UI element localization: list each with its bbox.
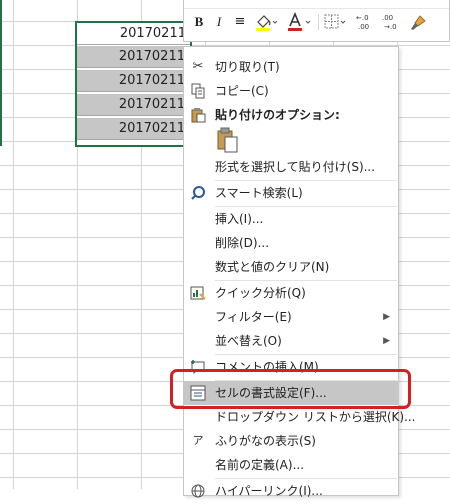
menu-label: 形式を選択して貼り付け(S)... — [215, 160, 376, 174]
menu-item-clear-contents[interactable]: 数式と値のクリア(N) — [184, 255, 398, 279]
copy-icon — [190, 83, 206, 99]
column-selection-edge — [0, 0, 2, 146]
menu-item-define-name[interactable]: 名前の定義(A)... — [184, 453, 398, 477]
fill-color-button[interactable] — [254, 12, 278, 32]
format-painter-button[interactable] — [408, 12, 430, 32]
cell-5[interactable]: 20170211 — [77, 118, 190, 140]
menu-label: ふりがなの表示(S) — [215, 434, 316, 448]
font-color-button[interactable] — [286, 11, 312, 32]
decrease-decimal-icon: .00 →.0 — [382, 14, 397, 31]
menu-label: ハイパーリンク(I)... — [215, 484, 323, 498]
menu-label: 数式と値のクリア(N) — [215, 260, 330, 274]
globe-link-icon — [190, 483, 206, 499]
font-color-icon — [288, 11, 311, 31]
cell-1[interactable]: 20170211 — [77, 23, 190, 45]
menu-item-smart-lookup[interactable]: スマート検索(L) — [184, 181, 398, 205]
menu-item-insert[interactable]: 挿入(I)... — [184, 207, 398, 231]
menu-label: 切り取り(T) — [215, 60, 280, 74]
context-menu: ✂ 切り取り(T) コピー(C) 貼り付けのオプション: 形式を選択して貼り付け… — [183, 46, 416, 498]
submenu-arrow-icon: ▶ — [383, 336, 390, 346]
search-icon — [190, 185, 206, 201]
borders-icon — [324, 14, 346, 29]
menu-label: 貼り付けのオプション: — [215, 108, 340, 122]
paint-bucket-icon — [256, 15, 278, 31]
align-center-icon[interactable]: ≡ — [232, 12, 248, 32]
mini-toolbar: B I ≡ ←.0 .00 .00 →.0 — [183, 0, 450, 42]
borders-button[interactable] — [323, 12, 347, 32]
svg-text:→.0: →.0 — [384, 23, 397, 31]
cell-4[interactable]: 20170211 — [77, 94, 190, 116]
cell-3[interactable]: 20170211 — [77, 70, 190, 92]
menu-label: クイック分析(Q) — [215, 286, 306, 300]
highlight-callout — [170, 369, 411, 409]
menu-item-paste-special[interactable]: 形式を選択して貼り付け(S)... — [184, 155, 398, 179]
cell-2[interactable]: 20170211 — [77, 46, 190, 68]
menu-item-hyperlink[interactable]: ハイパーリンク(I)... — [184, 479, 398, 503]
menu-label: 並べ替え(O) — [215, 334, 282, 348]
menu-item-copy[interactable]: コピー(C) — [184, 79, 398, 103]
svg-text:←.0: ←.0 — [356, 14, 369, 22]
quick-analysis-icon — [190, 285, 206, 301]
menu-item-filter[interactable]: フィルター(E) ▶ — [184, 305, 398, 329]
menu-label: スマート検索(L) — [215, 186, 303, 200]
italic-button[interactable]: I — [213, 12, 225, 32]
svg-text:.00: .00 — [358, 23, 369, 31]
paintbrush-icon — [411, 15, 426, 30]
clipboard-icon — [190, 107, 206, 123]
menu-label: フィルター(E) — [215, 310, 292, 324]
menu-label: コピー(C) — [215, 84, 269, 98]
phonetic-icon: ア — [192, 434, 204, 447]
paste-options-heading: 貼り付けのオプション: — [184, 103, 398, 127]
scissors-icon: ✂ — [192, 59, 204, 74]
menu-item-delete[interactable]: 削除(D)... — [184, 231, 398, 255]
toolbar-separator — [318, 14, 319, 30]
paste-clipboard-icon — [217, 127, 238, 153]
increase-decimal-icon: ←.0 .00 — [356, 14, 369, 31]
menu-item-sort[interactable]: 並べ替え(O) ▶ — [184, 329, 398, 353]
svg-text:.00: .00 — [382, 14, 393, 22]
menu-item-cut[interactable]: ✂ 切り取り(T) — [184, 55, 398, 79]
menu-label: 名前の定義(A)... — [215, 458, 305, 472]
increase-decimal-button[interactable]: ←.0 .00 — [354, 12, 376, 32]
menu-item-quick-analysis[interactable]: クイック分析(Q) — [184, 281, 398, 305]
submenu-arrow-icon: ▶ — [383, 312, 390, 322]
menu-label: 削除(D)... — [215, 236, 270, 250]
bold-button[interactable]: B — [192, 12, 206, 32]
menu-item-show-phonetic[interactable]: ア ふりがなの表示(S) — [184, 429, 398, 453]
mini-toolbar-top-row — [184, 0, 449, 9]
paste-button[interactable] — [217, 127, 239, 153]
decrease-decimal-button[interactable]: .00 →.0 — [380, 12, 402, 32]
menu-label: 挿入(I)... — [215, 212, 264, 226]
